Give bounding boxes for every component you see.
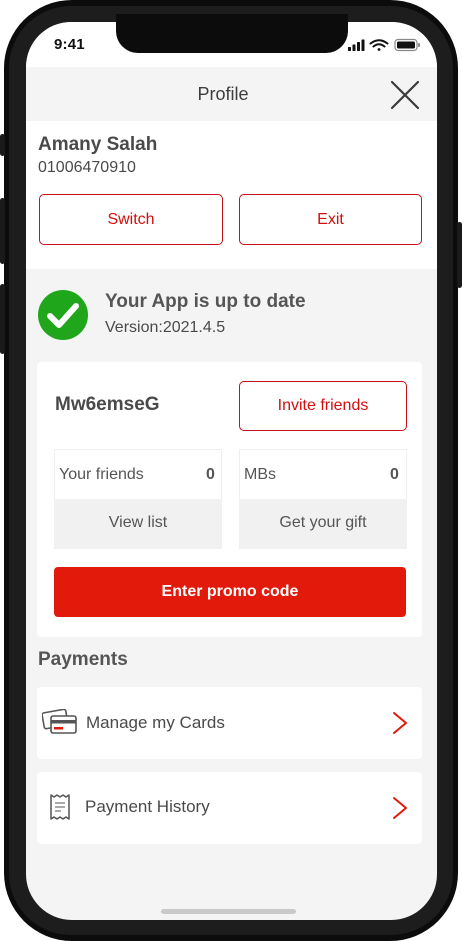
home-indicator[interactable] (161, 909, 296, 914)
cellular-signal-icon (348, 39, 365, 51)
referral-code: Mw6emseG (55, 394, 160, 415)
close-button[interactable] (390, 80, 420, 110)
credit-card-icon (41, 708, 78, 735)
status-icons (346, 38, 422, 52)
user-name: Amany Salah (38, 134, 158, 155)
invite-friends-button[interactable]: Invite friends (239, 381, 407, 431)
phone-mute-switch (0, 134, 5, 156)
camera-notch (116, 14, 348, 53)
check-circle-bg (38, 290, 88, 340)
page-title: Profile (197, 84, 249, 104)
battery-icon (394, 38, 420, 52)
enter-promo-code-button[interactable]: Enter promo code (54, 567, 406, 617)
user-phone-number: 01006470910 (38, 159, 136, 176)
switch-button[interactable]: Switch (39, 194, 223, 245)
wifi-icon (369, 39, 389, 51)
status-time: 9:41 (54, 36, 85, 53)
mbs-label: MBs (244, 466, 276, 483)
friends-count: 0 (206, 466, 215, 483)
mbs-count: 0 (390, 466, 399, 483)
app-version: Version:2021.4.5 (105, 319, 226, 336)
check-circle-icon (38, 290, 88, 340)
update-status-title: Your App is up to date (105, 291, 306, 312)
phone-volume-down (0, 284, 5, 354)
receipt-icon (48, 793, 72, 821)
friends-label: Your friends (59, 466, 144, 483)
phone-volume-up (0, 198, 5, 264)
manage-cards-label: Manage my Cards (86, 713, 225, 732)
exit-button[interactable]: Exit (239, 194, 422, 245)
chevron-right-icon (392, 796, 408, 825)
payments-section-title: Payments (38, 649, 128, 670)
get-gift-button[interactable]: Get your gift (239, 499, 407, 549)
phone-power-button (457, 222, 462, 288)
close-icon (390, 80, 420, 110)
view-list-button[interactable]: View list (54, 499, 222, 549)
payment-history-label: Payment History (85, 797, 210, 816)
chevron-right-icon (392, 711, 408, 740)
